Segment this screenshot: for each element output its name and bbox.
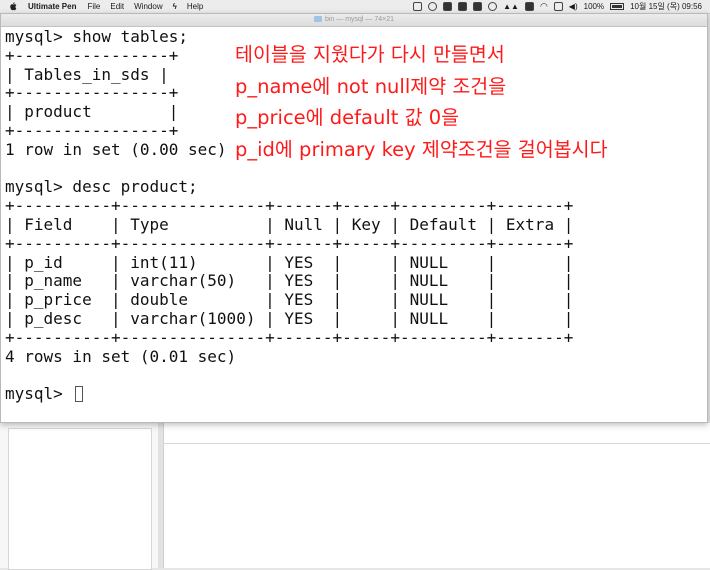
terminal-line: +----------------+	[5, 45, 179, 65]
sync-icon[interactable]	[488, 2, 498, 11]
bluetooth-icon[interactable]	[553, 2, 563, 11]
battery-percent: 100%	[583, 2, 605, 11]
terminal-line: | product |	[5, 102, 179, 122]
mountain-icon[interactable]: ▲▲	[503, 2, 519, 11]
terminal-line: | Field | Type | Null | Key | Default | …	[5, 214, 574, 234]
battery-icon[interactable]	[610, 3, 625, 10]
terminal-line: 4 rows in set (0.01 sec)	[5, 346, 237, 366]
annotation-line: p_name에 not null제약 조건을	[235, 74, 507, 98]
close-app-icon[interactable]	[473, 2, 483, 11]
background-sidebar-list	[8, 428, 152, 570]
volume-icon[interactable]: ◀)	[569, 2, 578, 11]
terminal-line: +----------+---------------+------+-----…	[5, 196, 574, 216]
window-titlebar[interactable]: bin — mysql — 74×21	[1, 14, 707, 27]
app-menu[interactable]: Ultimate Pen	[28, 2, 76, 11]
record-icon[interactable]	[428, 2, 438, 11]
menu-help[interactable]: Help	[187, 2, 203, 11]
terminal-line: mysql> desc product;	[5, 177, 198, 197]
background-divider	[163, 443, 710, 444]
terminal-line: | p_price | double | YES | | NULL | |	[5, 290, 574, 310]
text-cursor[interactable]	[75, 386, 84, 403]
menu-bar: Ultimate Pen File Edit Window ϟ Help ▲▲ …	[0, 0, 710, 14]
terminal-line: | p_name | varchar(50) | YES | | NULL | …	[5, 271, 574, 291]
annotation-line: p_id에 primary key 제약조건을 걸어봅시다	[235, 137, 608, 161]
terminal-line: +----------+---------------+------+-----…	[5, 327, 574, 347]
terminal-line: +----------+---------------+------+-----…	[5, 233, 574, 253]
wifi-icon[interactable]: ◠	[540, 1, 548, 12]
status-icon[interactable]	[443, 2, 453, 11]
background-editor	[163, 423, 710, 568]
menu-file[interactable]: File	[87, 2, 100, 11]
terminal-line: | Tables_in_sds |	[5, 64, 169, 84]
window-icon[interactable]	[413, 2, 423, 11]
terminal-prompt: mysql>	[5, 384, 73, 404]
clock[interactable]: 10월 15일 (목) 09:56	[630, 1, 702, 12]
menu-edit[interactable]: Edit	[110, 2, 124, 11]
window-title: bin — mysql — 74×21	[324, 16, 395, 23]
folder-icon	[313, 16, 322, 23]
script-icon[interactable]: ϟ	[173, 2, 177, 11]
terminal-line: 1 row in set (0.00 sec)	[5, 139, 227, 159]
terminal-line: | p_id | int(11) | YES | | NULL | |	[5, 252, 574, 272]
translate-icon[interactable]	[458, 2, 468, 11]
annotation-line: p_price에 default 값 0을	[235, 106, 460, 129]
terminal-line: mysql> show tables;	[5, 27, 189, 46]
apple-icon[interactable]	[8, 1, 18, 11]
cloud-icon[interactable]	[524, 2, 534, 11]
terminal-line: +----------------+	[5, 120, 179, 140]
terminal-line: | p_desc | varchar(1000) | YES | | NULL …	[5, 308, 574, 328]
terminal-line: +----------------+	[5, 83, 179, 103]
annotation-line: 테이블을 지웠다가 다시 만들면서	[235, 43, 505, 66]
menu-window[interactable]: Window	[134, 2, 162, 11]
annotation: 테이블을 지웠다가 다시 만들면서 p_name에 not null제약 조건을…	[235, 39, 608, 165]
